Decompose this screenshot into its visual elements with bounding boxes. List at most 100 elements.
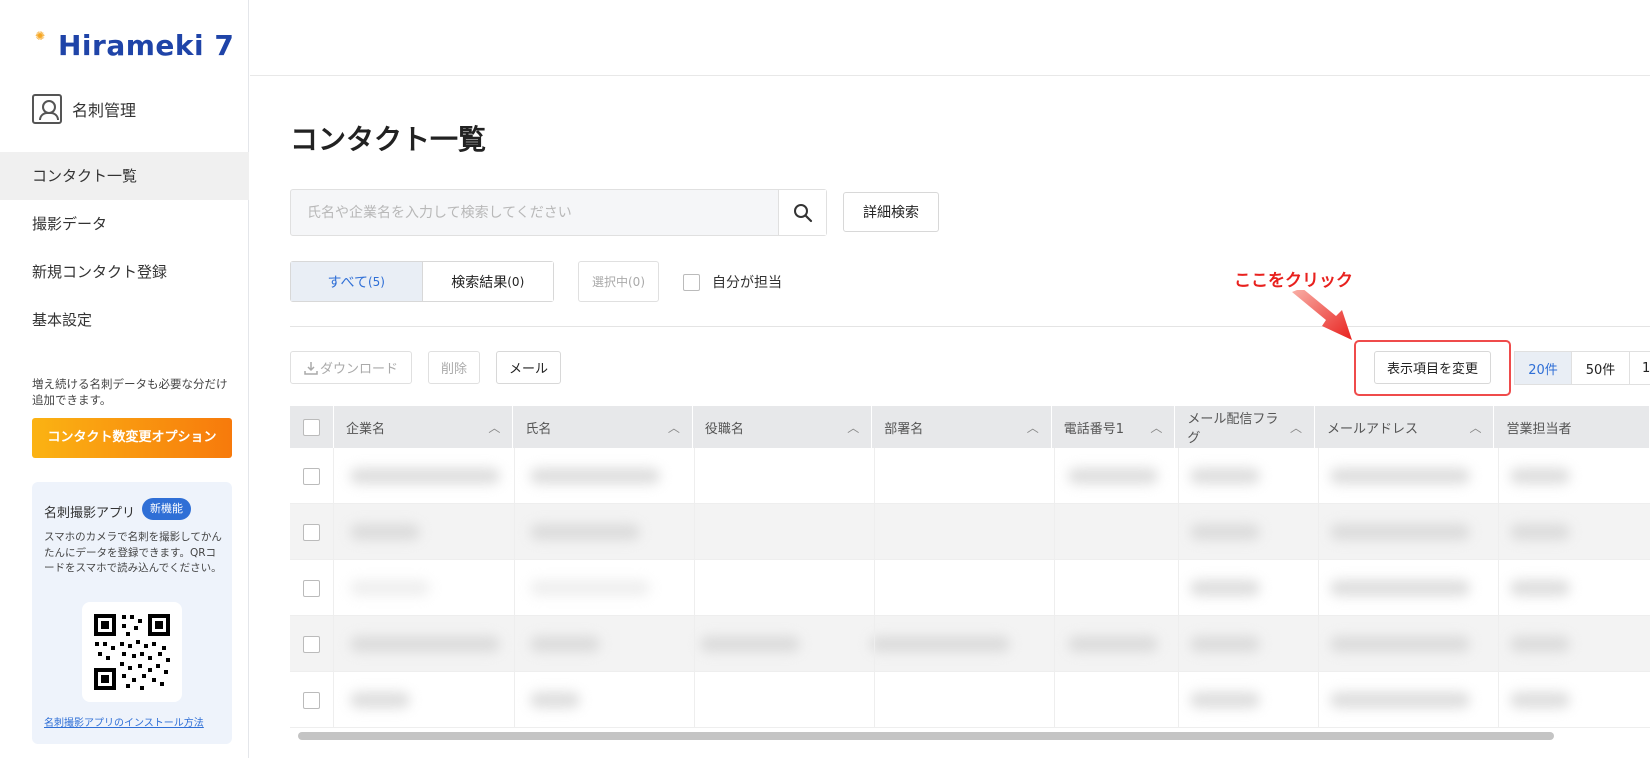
column-company[interactable]: 企業名 ︿ (334, 406, 514, 448)
column-divider (1498, 448, 1499, 728)
column-department[interactable]: 部署名 ︿ (872, 406, 1052, 448)
row-checkbox-cell (290, 560, 334, 616)
page-size-selector: 20件 50件 10 (1514, 351, 1650, 385)
blurred-cell (1068, 636, 1158, 652)
blurred-cell (1190, 524, 1260, 540)
app-card-title: 名刺撮影アプリ (44, 506, 136, 521)
download-label: ダウンロード (319, 362, 398, 377)
column-mail-flag[interactable]: メール配信フラグ ︿ (1175, 406, 1315, 448)
search-box (290, 189, 827, 236)
select-all-cell (290, 406, 334, 448)
blurred-cell (1330, 468, 1470, 484)
sort-icon: ︿ (847, 420, 860, 435)
change-columns-button[interactable]: 表示項目を変更 (1374, 351, 1491, 384)
search-button[interactable] (778, 190, 826, 235)
row-checkbox[interactable] (303, 579, 320, 597)
sidebar-item-settings[interactable]: 基本設定 (0, 296, 249, 344)
sort-icon: ︿ (1469, 420, 1482, 435)
contacts-table: 企業名 ︿ 氏名 ︿ 役職名 ︿ 部署名 ︿ 電話番号1 ︿ メール配信フラグ ︿ メールア… (290, 406, 1650, 728)
advanced-search-button[interactable]: 詳細検索 (843, 192, 939, 232)
delete-button[interactable]: 削除 (428, 351, 480, 384)
column-department-label: 部署名 (884, 421, 924, 437)
blurred-cell (1330, 692, 1470, 708)
horizontal-scrollbar[interactable] (298, 732, 1554, 740)
blurred-cell (350, 636, 500, 652)
page-size-20[interactable]: 20件 (1514, 351, 1572, 385)
row-checkbox[interactable] (303, 635, 320, 653)
blurred-cell (1510, 524, 1570, 540)
sidebar-item-contacts[interactable]: コンタクト一覧 (0, 152, 249, 200)
sidebar-item-photo-data[interactable]: 撮影データ (0, 200, 249, 248)
column-title[interactable]: 役職名 ︿ (693, 406, 873, 448)
blurred-cell (1510, 692, 1570, 708)
column-divider (694, 448, 695, 728)
annotation-arrow-icon (1292, 290, 1352, 340)
table-row[interactable] (290, 448, 1650, 504)
table-row[interactable] (290, 672, 1650, 728)
qr-code-icon (82, 602, 182, 702)
contact-option-button[interactable]: コンタクト数変更オプション (32, 418, 232, 458)
sidebar-item-new-contact[interactable]: 新規コンタクト登録 (0, 248, 249, 296)
column-divider (1054, 448, 1055, 728)
top-bar (250, 0, 1650, 76)
promo-text: 増え続ける名刺データも必要な分だけ追加できます。 (32, 377, 228, 407)
row-checkbox[interactable] (303, 691, 320, 709)
page-size-50[interactable]: 50件 (1572, 351, 1630, 385)
blurred-cell (1510, 580, 1570, 596)
column-divider (1178, 448, 1179, 728)
column-sales-rep-label: 営業担当者 (1506, 421, 1572, 437)
table-header: 企業名 ︿ 氏名 ︿ 役職名 ︿ 部署名 ︿ 電話番号1 ︿ メール配信フラグ ︿ メールア… (290, 406, 1650, 448)
tab-all[interactable]: すべて (5) (291, 262, 422, 301)
column-sales-rep[interactable]: 営業担当者 (1494, 406, 1650, 448)
blurred-cell (350, 692, 410, 708)
blurred-cell (1510, 636, 1570, 652)
column-phone[interactable]: 電話番号1 ︿ (1052, 406, 1176, 448)
blurred-cell (1510, 468, 1570, 484)
app-root: ✺ Hirameki 7 名刺管理 コンタクト一覧 撮影データ 新規コンタクト登… (0, 0, 1650, 758)
download-icon (304, 361, 318, 375)
download-button[interactable]: ダウンロード (290, 351, 412, 384)
logo[interactable]: ✺ Hirameki 7 (30, 26, 234, 64)
column-divider (1318, 448, 1319, 728)
blurred-cell (530, 468, 660, 484)
column-email[interactable]: メールアドレス ︿ (1315, 406, 1495, 448)
selected-button[interactable]: 選択中(0) (578, 261, 659, 302)
mine-filter[interactable]: 自分が担当 (683, 272, 782, 292)
blurred-cell (530, 524, 640, 540)
mail-button[interactable]: メール (496, 351, 561, 384)
select-all-checkbox[interactable] (302, 418, 320, 436)
logo-text: Hirameki 7 (58, 28, 235, 62)
app-install-link[interactable]: 名刺撮影アプリのインストール方法 (44, 714, 204, 729)
table-row[interactable] (290, 560, 1650, 616)
sort-icon: ︿ (667, 420, 680, 435)
column-name[interactable]: 氏名 ︿ (513, 406, 693, 448)
sort-icon: ︿ (1289, 420, 1302, 435)
row-checkbox[interactable] (303, 523, 320, 541)
section-header: 名刺管理 (32, 94, 136, 124)
blurred-cell (350, 524, 420, 540)
blurred-cell (1190, 692, 1260, 708)
business-card-icon (32, 94, 62, 124)
row-checkbox[interactable] (303, 467, 320, 485)
blurred-cell (1068, 468, 1158, 484)
mine-checkbox[interactable] (683, 273, 700, 291)
tab-search-results-count: (0) (507, 274, 525, 289)
sidebar: ✺ Hirameki 7 名刺管理 コンタクト一覧 撮影データ 新規コンタクト登… (0, 0, 249, 758)
row-checkbox-cell (290, 672, 334, 728)
page-size-100[interactable]: 10 (1630, 351, 1650, 385)
blurred-cell (1330, 580, 1470, 596)
page-title: コンタクト一覧 (290, 123, 487, 156)
search-input[interactable] (291, 190, 779, 235)
column-mail-flag-label: メール配信フラグ (1187, 412, 1279, 446)
table-row[interactable] (290, 616, 1650, 672)
blurred-cell (530, 636, 600, 652)
row-checkbox-cell (290, 616, 334, 672)
column-email-label: メールアドレス (1327, 421, 1419, 437)
blurred-cell (1190, 468, 1260, 484)
tab-all-count: (5) (367, 274, 385, 289)
column-title-label: 役職名 (704, 421, 744, 437)
app-card-description: スマホのカメラで名刺を撮影してかんたんにデータを登録できます。QRコードをスマホ… (44, 531, 222, 574)
search-icon (793, 203, 812, 222)
table-row[interactable] (290, 504, 1650, 560)
tab-search-results[interactable]: 検索結果 (0) (421, 262, 553, 301)
